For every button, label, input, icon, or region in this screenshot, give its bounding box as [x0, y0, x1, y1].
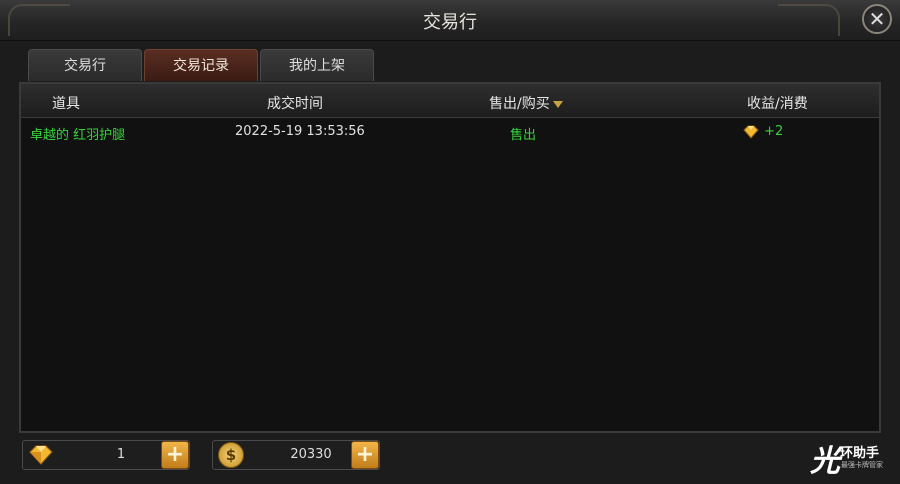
- gem-icon-slot: [23, 441, 59, 469]
- column-sell-buy[interactable]: 售出/购买: [489, 93, 563, 113]
- sort-down-icon[interactable]: [552, 100, 563, 108]
- column-item: 道具: [52, 96, 80, 112]
- title-bar: 交易行 ✕: [0, 0, 900, 41]
- gem-icon: [743, 125, 759, 139]
- trade-time: 2022-5-19 13:53:56: [235, 124, 365, 139]
- item-name: 卓越的 红羽护腿: [30, 128, 126, 143]
- gem-icon: [29, 445, 53, 465]
- trade-type: 售出: [510, 128, 537, 143]
- plus-icon: +: [355, 442, 375, 467]
- table-header: 道具 成交时间 售出/购买 收益/消费: [21, 84, 879, 118]
- plus-icon: +: [165, 442, 185, 467]
- watermark-subtitle: 最强卡牌管家: [841, 461, 883, 469]
- records-panel: 道具 成交时间 售出/购买 收益/消费 卓越的 红羽护腿 2022-5-19 1…: [19, 82, 881, 433]
- gold-balance: $ 20330 +: [212, 440, 380, 470]
- table-row[interactable]: 卓越的 红羽护腿 2022-5-19 13:53:56 售出 +2: [21, 118, 879, 148]
- column-income-cost: 收益/消费: [747, 96, 808, 112]
- gem-balance: 1 +: [22, 440, 190, 470]
- add-gems-button[interactable]: +: [161, 441, 189, 469]
- gold-count: 20330: [290, 447, 332, 462]
- window-title: 交易行: [423, 12, 477, 33]
- gem-count: 1: [116, 447, 126, 462]
- add-gold-button[interactable]: +: [351, 441, 379, 469]
- coin-icon: $: [218, 442, 244, 468]
- watermark-title: 环助手: [840, 446, 880, 461]
- close-button[interactable]: ✕: [862, 4, 892, 34]
- amount-value: +2: [764, 124, 784, 139]
- coin-icon-slot: $: [213, 441, 249, 469]
- tab-my-listings[interactable]: 我的上架: [260, 49, 374, 81]
- watermark-mark: 光: [810, 444, 840, 479]
- trade-amount: +2: [742, 124, 783, 139]
- tab-bar: 交易行 交易记录 我的上架: [28, 49, 374, 81]
- watermark-logo: 光 环助手 最强卡牌管家: [810, 438, 890, 479]
- tab-trade-records[interactable]: 交易记录: [144, 49, 258, 81]
- tab-trading-house[interactable]: 交易行: [28, 49, 142, 81]
- column-time: 成交时间: [267, 96, 323, 112]
- column-sell-buy-label: 售出/购买: [489, 96, 550, 112]
- close-icon: ✕: [868, 7, 886, 31]
